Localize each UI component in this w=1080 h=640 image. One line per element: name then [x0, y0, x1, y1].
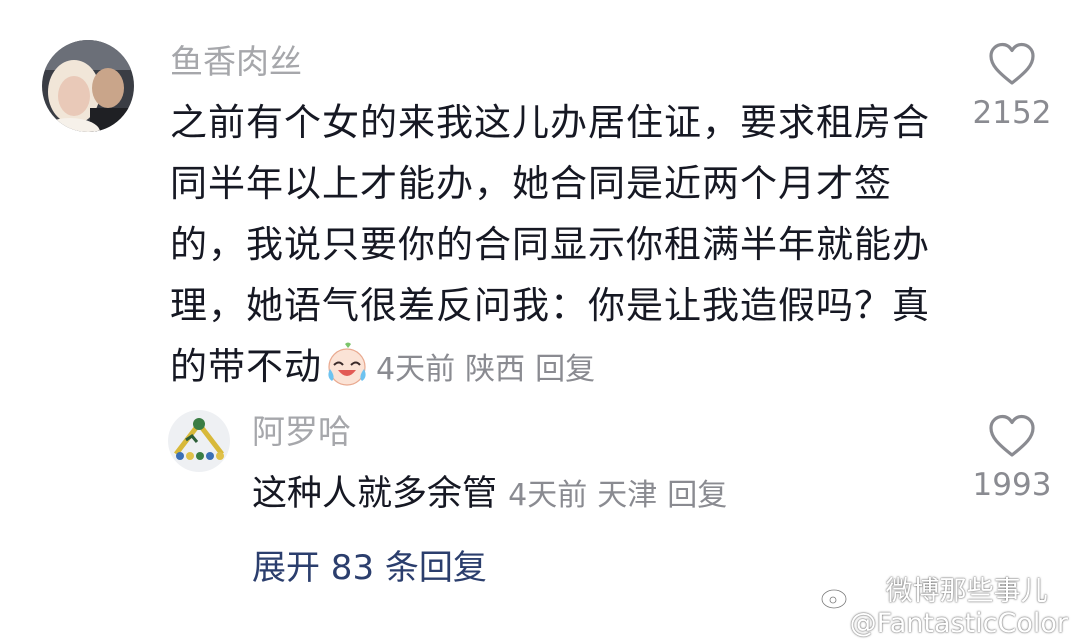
watermark-handle: @FantasticColor [849, 608, 1068, 639]
comment-location: 陕西 [465, 352, 526, 387]
reply-like-count: 1993 [972, 467, 1052, 503]
avatar-image [42, 40, 134, 132]
watermark-title: 微博那些事儿 [885, 576, 1048, 607]
avatar-image [168, 410, 230, 472]
comment-text: 之前有个女的来我这儿办居住证，要求租房合同半年以上才能办，她合同是近两个月才签的… [170, 101, 930, 388]
like-button[interactable]: 2152 [952, 42, 1072, 129]
crying-laughing-emoji-icon [328, 342, 366, 386]
like-count: 2152 [972, 95, 1052, 131]
reply-time: 4天前 [508, 478, 588, 513]
reply-like-button[interactable]: 1993 [952, 414, 1072, 501]
weibo-logo-icon [820, 585, 851, 610]
heart-icon [989, 414, 1035, 457]
reply-reply-button[interactable]: 回复 [667, 478, 727, 513]
comment-meta: 4天前 陕西 回复 [376, 352, 605, 387]
reply-body: 这种人就多余管 4天前 天津 回复 [252, 468, 892, 522]
avatar[interactable] [42, 40, 134, 132]
reply-text: 这种人就多余管 [252, 474, 498, 514]
watermark: 微博那些事儿 @FantasticColor [820, 576, 1068, 640]
reply-meta: 4天前 天津 回复 [508, 478, 737, 513]
reply-avatar[interactable] [168, 410, 230, 472]
comment-time: 4天前 [376, 352, 456, 387]
expand-replies-button[interactable]: 展开 83 条回复 [252, 542, 487, 594]
heart-icon [989, 42, 1035, 85]
comment-body: 之前有个女的来我这儿办居住证，要求租房合同半年以上才能办，她合同是近两个月才签的… [170, 92, 930, 400]
reply-username[interactable]: 阿罗哈 [252, 415, 351, 448]
comment-reply-button[interactable]: 回复 [535, 352, 595, 387]
reply-location: 天津 [597, 478, 658, 513]
comment-username[interactable]: 鱼香肉丝 [170, 45, 302, 78]
